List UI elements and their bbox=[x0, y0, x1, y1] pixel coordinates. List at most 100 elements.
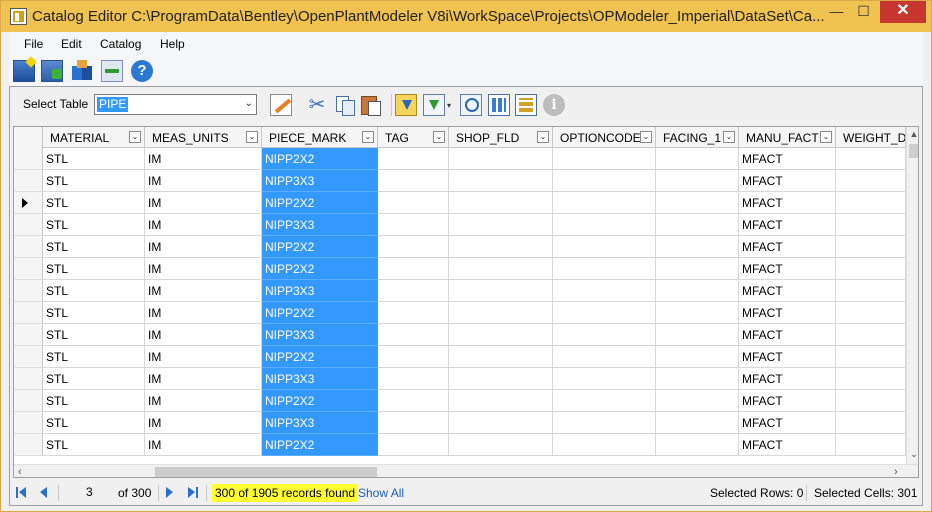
table-cell[interactable] bbox=[449, 258, 553, 280]
column-header-meas-units[interactable]: MEAS_UNITS ⌄ bbox=[145, 127, 262, 148]
table-cell[interactable] bbox=[553, 170, 656, 192]
row-header[interactable] bbox=[14, 434, 43, 456]
table-cell[interactable] bbox=[656, 412, 739, 434]
column-filter-icon[interactable]: ⌄ bbox=[723, 131, 735, 143]
menu-help[interactable]: Help bbox=[160, 37, 185, 51]
table-cell[interactable]: NIPP3X3 bbox=[262, 412, 378, 434]
column-header-shop-fld[interactable]: SHOP_FLD ⌄ bbox=[449, 127, 553, 148]
scroll-left-icon[interactable]: ‹ bbox=[18, 466, 22, 477]
row-header[interactable] bbox=[14, 390, 43, 412]
table-row[interactable]: STL IM NIPP3X3 MFACT bbox=[14, 324, 906, 346]
column-header-weight-dry[interactable]: WEIGHT_DR bbox=[836, 127, 906, 148]
table-cell[interactable]: IM bbox=[145, 302, 262, 324]
table-cell[interactable] bbox=[378, 346, 449, 368]
column-header-facing-1[interactable]: FACING_1 ⌄ bbox=[656, 127, 739, 148]
table-cell[interactable] bbox=[656, 192, 739, 214]
table-cell[interactable]: MFACT bbox=[739, 280, 836, 302]
table-row[interactable]: STL IM NIPP3X3 MFACT bbox=[14, 170, 906, 192]
table-row[interactable]: STL IM NIPP3X3 MFACT bbox=[14, 368, 906, 390]
table-cell[interactable]: STL bbox=[43, 148, 145, 170]
table-cell[interactable]: STL bbox=[43, 390, 145, 412]
table-cell[interactable]: NIPP2X2 bbox=[262, 192, 378, 214]
row-header[interactable] bbox=[14, 258, 43, 280]
column-filter-icon[interactable]: ⌄ bbox=[640, 131, 652, 143]
row-header[interactable] bbox=[14, 368, 43, 390]
column-header-optioncode[interactable]: OPTIONCODE ⌄ bbox=[553, 127, 656, 148]
table-cell[interactable] bbox=[656, 434, 739, 456]
table-cell[interactable]: NIPP3X3 bbox=[262, 324, 378, 346]
table-cell[interactable]: NIPP2X2 bbox=[262, 390, 378, 412]
menu-edit[interactable]: Edit bbox=[61, 37, 82, 51]
table-cell[interactable]: MFACT bbox=[739, 434, 836, 456]
table-row[interactable]: STL IM NIPP2X2 MFACT bbox=[14, 390, 906, 412]
table-cell[interactable] bbox=[553, 148, 656, 170]
table-cell[interactable] bbox=[553, 412, 656, 434]
table-cell[interactable] bbox=[656, 346, 739, 368]
help-icon[interactable]: ? bbox=[131, 60, 153, 82]
table-cell[interactable] bbox=[656, 214, 739, 236]
table-cell[interactable] bbox=[553, 280, 656, 302]
table-cell[interactable] bbox=[449, 192, 553, 214]
table-cell[interactable] bbox=[553, 368, 656, 390]
table-row[interactable]: STL IM NIPP2X2 MFACT bbox=[14, 236, 906, 258]
table-cell[interactable] bbox=[836, 390, 906, 412]
components-icon[interactable] bbox=[72, 60, 94, 82]
table-cell[interactable] bbox=[553, 346, 656, 368]
scroll-up-icon[interactable]: ▲ bbox=[908, 129, 918, 139]
table-cell[interactable] bbox=[836, 302, 906, 324]
table-row[interactable]: STL IM NIPP2X2 MFACT bbox=[14, 346, 906, 368]
copy-icon[interactable] bbox=[334, 94, 356, 116]
column-header-material[interactable]: MATERIAL ⌄ bbox=[43, 127, 145, 148]
table-cell[interactable] bbox=[449, 302, 553, 324]
row-header[interactable] bbox=[14, 280, 43, 302]
table-cell[interactable] bbox=[378, 302, 449, 324]
add-column-icon[interactable] bbox=[515, 94, 537, 116]
table-cell[interactable] bbox=[656, 302, 739, 324]
table-cell[interactable]: STL bbox=[43, 412, 145, 434]
table-cell[interactable] bbox=[378, 192, 449, 214]
table-row[interactable]: STL IM NIPP2X2 MFACT bbox=[14, 302, 906, 324]
column-header-manu-fact[interactable]: MANU_FACT ⌄ bbox=[739, 127, 836, 148]
table-cell[interactable] bbox=[553, 214, 656, 236]
table-cell[interactable] bbox=[449, 412, 553, 434]
column-filter-icon[interactable]: ⌄ bbox=[246, 131, 258, 143]
horizontal-scroll-thumb[interactable] bbox=[155, 467, 377, 477]
data-grid[interactable]: MATERIAL ⌄ MEAS_UNITS ⌄ PIECE_MARK ⌄ TAG ⌄ SHOP_… bbox=[13, 126, 919, 478]
table-cell[interactable]: IM bbox=[145, 390, 262, 412]
table-cell[interactable]: MFACT bbox=[739, 148, 836, 170]
filter-icon[interactable] bbox=[395, 94, 417, 116]
filter-dropdown-icon[interactable]: ▾ bbox=[447, 101, 451, 110]
table-cell[interactable]: MFACT bbox=[739, 258, 836, 280]
table-cell[interactable] bbox=[553, 302, 656, 324]
table-cell[interactable] bbox=[378, 390, 449, 412]
table-cell[interactable] bbox=[449, 148, 553, 170]
table-cell[interactable]: STL bbox=[43, 236, 145, 258]
table-cell[interactable] bbox=[553, 434, 656, 456]
table-cell[interactable]: MFACT bbox=[739, 170, 836, 192]
row-header[interactable] bbox=[14, 148, 43, 170]
chevron-down-icon[interactable]: ⌄ bbox=[245, 98, 253, 109]
page-number-input[interactable]: 3 bbox=[66, 483, 112, 502]
table-cell[interactable]: NIPP2X2 bbox=[262, 302, 378, 324]
filter-column-icon[interactable] bbox=[423, 94, 445, 116]
table-cell[interactable]: IM bbox=[145, 368, 262, 390]
select-table-dropdown[interactable]: PIPE ⌄ bbox=[94, 94, 257, 115]
table-cell[interactable] bbox=[378, 324, 449, 346]
table-cell[interactable]: IM bbox=[145, 214, 262, 236]
table-cell[interactable]: NIPP2X2 bbox=[262, 148, 378, 170]
table-cell[interactable] bbox=[656, 324, 739, 346]
scroll-down-icon[interactable]: ⌄ bbox=[908, 449, 918, 460]
table-cell[interactable] bbox=[553, 236, 656, 258]
table-cell[interactable] bbox=[449, 170, 553, 192]
row-header[interactable] bbox=[14, 236, 43, 258]
table-row[interactable]: STL IM NIPP2X2 MFACT bbox=[14, 192, 906, 214]
table-cell[interactable]: NIPP3X3 bbox=[262, 170, 378, 192]
table-cell[interactable]: IM bbox=[145, 148, 262, 170]
table-cell[interactable]: STL bbox=[43, 346, 145, 368]
table-cell[interactable] bbox=[656, 170, 739, 192]
column-filter-icon[interactable]: ⌄ bbox=[433, 131, 445, 143]
table-cell[interactable]: MFACT bbox=[739, 324, 836, 346]
table-cell[interactable]: IM bbox=[145, 280, 262, 302]
table-cell[interactable] bbox=[836, 324, 906, 346]
table-row[interactable]: STL IM NIPP2X2 MFACT bbox=[14, 148, 906, 170]
